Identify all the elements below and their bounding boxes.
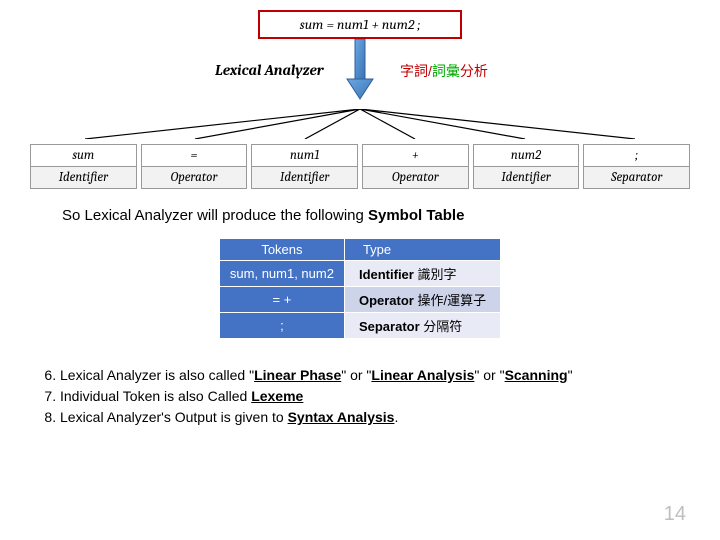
table-header-row: Tokens Type — [219, 239, 500, 261]
token-type: Operator — [363, 167, 468, 188]
analyzer-label-cn: 字詞/詞彙分析 — [400, 61, 488, 81]
cn-green: 詞彙 — [432, 63, 460, 79]
token-type: Separator — [584, 167, 689, 188]
token-value: num1 — [252, 145, 357, 167]
arrow-down-icon — [345, 39, 375, 101]
cell-tokens: = + — [219, 287, 344, 313]
cn-prefix: 字詞/ — [400, 63, 432, 79]
symbol-table: Tokens Type sum, num1, num2 Identifier 識… — [219, 238, 501, 339]
token-col: sum Identifier — [30, 144, 137, 189]
token-type: Identifier — [31, 167, 136, 188]
token-col: ; Separator — [583, 144, 690, 189]
token-value: ; — [584, 145, 689, 167]
token-grid: sum Identifier = Operator num1 Identifie… — [30, 144, 690, 189]
token-type: Identifier — [252, 167, 357, 188]
th-tokens: Tokens — [219, 239, 344, 261]
fan-out-lines — [30, 109, 690, 139]
cn-suffix: 分析 — [460, 63, 488, 79]
note-8: Lexical Analyzer's Output is given to Sy… — [60, 407, 690, 428]
table-row: sum, num1, num2 Identifier 識別字 — [219, 261, 500, 287]
table-row: = + Operator 操作/運算子 — [219, 287, 500, 313]
note-6: Lexical Analyzer is also called "Linear … — [60, 365, 690, 386]
token-value: num2 — [474, 145, 579, 167]
token-col: = Operator — [141, 144, 248, 189]
token-col: + Operator — [362, 144, 469, 189]
table-row: ; Separator 分隔符 — [219, 313, 500, 339]
notes-list: Lexical Analyzer is also called "Linear … — [40, 365, 690, 428]
token-type: Identifier — [474, 167, 579, 188]
diagram-area: sum = num1 + num2 ; Lexical Analyzer 字詞/… — [30, 10, 690, 189]
intro-prefix: So Lexical Analyzer will produce the fol… — [62, 207, 368, 224]
token-type: Operator — [142, 167, 247, 188]
token-value: = — [142, 145, 247, 167]
cell-type: Separator 分隔符 — [344, 313, 500, 339]
token-value: sum — [31, 145, 136, 167]
analyzer-label: Lexical Analyzer — [215, 61, 324, 79]
cell-type: Operator 操作/運算子 — [344, 287, 500, 313]
arrow-section: Lexical Analyzer 字詞/詞彙分析 — [30, 39, 690, 109]
cell-tokens: ; — [219, 313, 344, 339]
token-value: + — [363, 145, 468, 167]
page-number: 14 — [664, 503, 686, 526]
cell-tokens: sum, num1, num2 — [219, 261, 344, 287]
intro-bold: Symbol Table — [368, 207, 464, 224]
source-code-box: sum = num1 + num2 ; — [258, 10, 463, 39]
token-col: num1 Identifier — [251, 144, 358, 189]
cell-type: Identifier 識別字 — [344, 261, 500, 287]
th-type: Type — [344, 239, 500, 261]
intro-text: So Lexical Analyzer will produce the fol… — [62, 207, 690, 224]
token-col: num2 Identifier — [473, 144, 580, 189]
note-7: Individual Token is also Called Lexeme — [60, 386, 690, 407]
